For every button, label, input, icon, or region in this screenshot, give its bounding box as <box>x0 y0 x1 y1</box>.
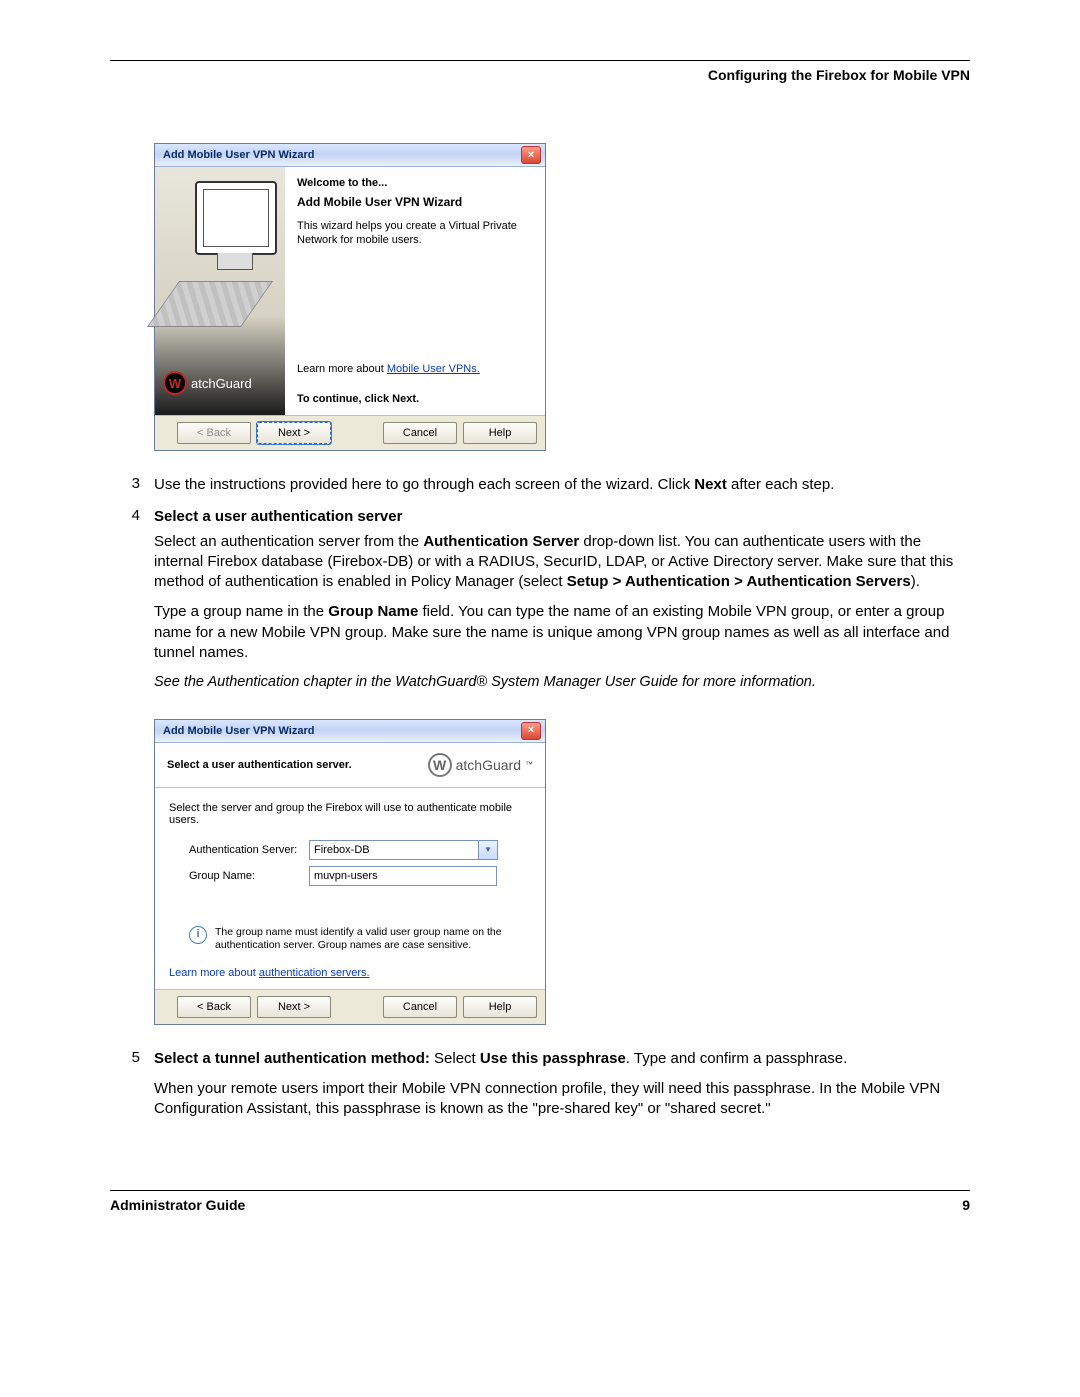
learn-more-auth: Learn more about authentication servers. <box>169 967 531 979</box>
watchguard-logo: WatchGuard™ <box>428 753 533 777</box>
close-icon[interactable]: × <box>521 146 541 164</box>
group-name-input[interactable]: muvpn-users <box>309 866 497 886</box>
next-button[interactable]: Next > <box>257 996 331 1018</box>
chevron-down-icon[interactable]: ▾ <box>479 840 498 860</box>
wizard-welcome-label: Welcome to the... <box>297 177 533 189</box>
auth-server-dropdown[interactable]: Firebox-DB <box>309 840 479 860</box>
footer-page-number: 9 <box>962 1197 970 1213</box>
group-name-info-text: The group name must identify a valid use… <box>215 926 511 953</box>
wizard-title: Add Mobile User VPN Wizard <box>163 149 521 161</box>
step-4-note: See the Authentication chapter in the Wa… <box>154 673 970 693</box>
step-5-p1: Select a tunnel authentication method: S… <box>154 1049 970 1069</box>
wizard-learn-more: Learn more about Mobile User VPNs. <box>297 363 533 375</box>
step-5-p2: When your remote users import their Mobi… <box>154 1079 970 1120</box>
step-3-text: Use the instructions provided here to go… <box>154 475 970 495</box>
step-4-p1: Select an authentication server from the… <box>154 532 970 593</box>
wizard-sidebar-art: WatchGuard <box>155 167 285 415</box>
back-button[interactable]: < Back <box>177 996 251 1018</box>
close-icon[interactable]: × <box>521 722 541 740</box>
group-name-label: Group Name: <box>189 870 309 882</box>
step-number: 3 <box>110 475 154 492</box>
back-button: < Back <box>177 422 251 444</box>
help-button[interactable]: Help <box>463 996 537 1018</box>
cancel-button[interactable]: Cancel <box>383 422 457 444</box>
page-header-title: Configuring the Firebox for Mobile VPN <box>110 67 970 83</box>
help-button[interactable]: Help <box>463 422 537 444</box>
step-number: 5 <box>110 1049 154 1066</box>
step-4-heading: Select a user authentication server <box>154 507 970 527</box>
info-icon: i <box>189 926 207 944</box>
mobile-user-vpns-link[interactable]: Mobile User VPNs. <box>387 363 480 375</box>
panel-instruction: Select the server and group the Firebox … <box>169 802 531 826</box>
panel-title: Select a user authentication server. <box>167 759 352 771</box>
wizard-auth-server-dialog: Add Mobile User VPN Wizard × Select a us… <box>154 719 546 1025</box>
step-number: 4 <box>110 507 154 524</box>
wizard-subtitle: Add Mobile User VPN Wizard <box>297 195 533 209</box>
wizard-description: This wizard helps you create a Virtual P… <box>297 219 533 248</box>
wizard-title: Add Mobile User VPN Wizard <box>163 725 521 737</box>
cancel-button[interactable]: Cancel <box>383 996 457 1018</box>
next-button[interactable]: Next > <box>257 422 331 444</box>
wizard-continue-label: To continue, click Next. <box>297 393 533 405</box>
wizard-welcome-dialog: Add Mobile User VPN Wizard × WatchGuard … <box>154 143 546 451</box>
footer-guide-name: Administrator Guide <box>110 1197 245 1213</box>
auth-server-label: Authentication Server: <box>189 844 309 856</box>
watchguard-logo: WatchGuard <box>161 365 279 405</box>
authentication-servers-link[interactable]: authentication servers. <box>259 967 370 979</box>
step-4-p2: Type a group name in the Group Name fiel… <box>154 602 970 663</box>
